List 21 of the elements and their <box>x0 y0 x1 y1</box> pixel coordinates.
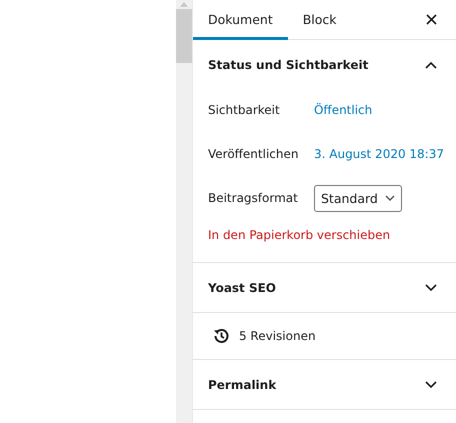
tab[interactable]: Block <box>288 0 352 40</box>
caret-icon <box>384 195 395 201</box>
field-label: Beitragsformat <box>208 191 299 205</box>
setting-link[interactable]: 3. August 2020 18:37 <box>314 147 444 161</box>
scrollbar-thumb[interactable] <box>176 9 192 63</box>
chevron-down-icon[interactable] <box>425 380 437 388</box>
tab[interactable]: Dokument <box>192 0 288 40</box>
history-icon <box>212 327 230 345</box>
close-icon[interactable] <box>426 14 437 25</box>
panel-title[interactable]: Permalink <box>208 378 276 392</box>
trash-link[interactable]: In den Papierkorb verschieben <box>208 228 444 242</box>
field-label: Veröffentlichen <box>208 147 300 161</box>
scrollbar[interactable] <box>176 0 192 423</box>
chevron-down-icon[interactable] <box>425 284 437 292</box>
chevron-up-icon[interactable] <box>425 60 437 68</box>
format-select[interactable]: Standard <box>314 184 402 212</box>
revisions-link[interactable]: 5 Revisionen <box>238 329 316 343</box>
panel-title[interactable]: Status und Sichtbarkeit <box>208 58 368 72</box>
setting-link[interactable]: Öffentlich <box>314 103 372 117</box>
panel-title[interactable]: Yoast SEO <box>208 280 276 294</box>
field-label: Sichtbarkeit <box>208 103 281 117</box>
